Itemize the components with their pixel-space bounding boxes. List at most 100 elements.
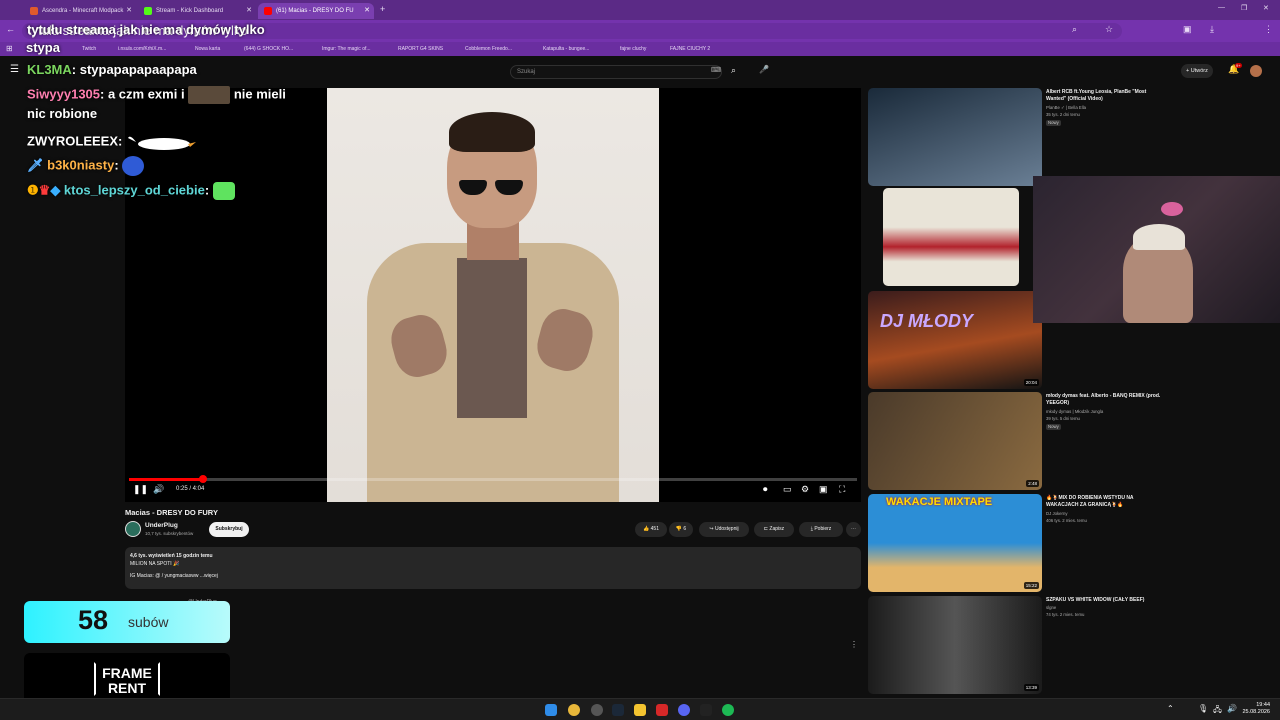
video-frame[interactable] bbox=[327, 88, 659, 502]
bookmark-star-icon[interactable]: ☆ bbox=[1105, 24, 1113, 35]
bookmark-item[interactable]: fajne cluchy bbox=[620, 42, 646, 56]
recommendation-meta: 39 tys. 5 dni temu bbox=[1046, 416, 1080, 421]
volume-tray-icon[interactable]: 🔊 bbox=[1227, 704, 1237, 713]
stream-title-overlay: tytułu streama jak nie ma dymów tylko bbox=[27, 22, 265, 37]
video-progress-bar[interactable] bbox=[129, 475, 857, 483]
maximize-icon[interactable]: ❐ bbox=[1241, 4, 1247, 12]
bookmark-item[interactable]: Cobblemon Freedo... bbox=[465, 42, 512, 56]
file-explorer-icon[interactable] bbox=[634, 704, 646, 716]
new-tab-icon[interactable]: + bbox=[380, 4, 385, 14]
chrome-icon[interactable] bbox=[568, 704, 580, 716]
app-icon[interactable] bbox=[656, 704, 668, 716]
video-player[interactable]: ❚❚ 🔊 0:25 / 4:04 ⏺ ▭ ⚙ ▣ ⛶ bbox=[125, 88, 861, 502]
subtitles-icon[interactable]: ▭ bbox=[783, 484, 792, 495]
tab-favicon-icon bbox=[144, 7, 152, 15]
search-button-icon[interactable]: ⌕ bbox=[731, 65, 736, 76]
download-button[interactable]: ⤓ Pobierz bbox=[799, 522, 843, 537]
bookmark-item[interactable]: Katapulta - bungee... bbox=[543, 42, 589, 56]
app-icon[interactable] bbox=[700, 704, 712, 716]
pause-icon[interactable]: ❚❚ bbox=[133, 484, 148, 495]
bookmark-item[interactable]: Imgur: The magic of... bbox=[322, 42, 371, 56]
spotify-icon[interactable] bbox=[722, 704, 734, 716]
close-window-icon[interactable]: ✕ bbox=[1263, 4, 1269, 12]
sub-count: 58 bbox=[78, 605, 109, 635]
bookmark-item[interactable]: i.nsuls.com/KrhiX.m... bbox=[118, 42, 166, 56]
extensions-icon[interactable]: ▣ bbox=[1183, 24, 1192, 35]
recommendation-meta: 35 tys. 2 dni temu bbox=[1046, 112, 1080, 117]
recommendation-thumbnail[interactable]: 2:48 bbox=[868, 392, 1042, 490]
notification-count-badge: 9+ bbox=[1235, 63, 1242, 68]
recommendation-channel[interactable]: DJ Jokerny bbox=[1046, 511, 1166, 517]
recommendation-thumbnail[interactable]: 13:39 bbox=[868, 596, 1042, 694]
recommendation-channel[interactable]: młody dymas | Młodzik Jungla bbox=[1046, 409, 1166, 415]
bookmark-item[interactable]: RAPORT G4 SKINS bbox=[398, 42, 443, 56]
browser-tab[interactable]: Stream - Kick Dashboard ✕ bbox=[138, 3, 256, 19]
recommendation-title[interactable]: SZPAKU VS WHITE WIDOW (CAŁY BEEF) bbox=[1046, 597, 1166, 604]
clock-date: 25.08.2026 bbox=[1242, 709, 1270, 715]
apps-icon[interactable]: ⊞ bbox=[6, 42, 13, 56]
volume-icon[interactable]: 🔊 bbox=[153, 484, 164, 495]
close-tab-icon[interactable]: ✕ bbox=[126, 3, 132, 19]
tray-chevron-icon[interactable]: ⌃ bbox=[1167, 704, 1174, 713]
subscribe-button[interactable]: Subskrybuj bbox=[209, 522, 249, 537]
create-button[interactable]: + Utwórz bbox=[1181, 64, 1213, 78]
new-badge: Nowy bbox=[1046, 424, 1061, 430]
bookmark-item[interactable]: (644) G SHOCK HO... bbox=[244, 42, 293, 56]
discord-icon[interactable] bbox=[678, 704, 690, 716]
bookmark-item[interactable]: FAJNE CIUCHY 2 bbox=[670, 42, 710, 56]
recommendation-title[interactable]: młody dymas feat. Alberto - BANQ REMIX (… bbox=[1046, 393, 1166, 407]
channel-avatar[interactable] bbox=[125, 521, 141, 537]
chat-emote bbox=[188, 86, 231, 104]
menu-dots-icon[interactable]: ⋮ bbox=[1264, 24, 1273, 35]
dislike-button[interactable]: 👎 6 bbox=[669, 522, 693, 537]
recommendation-channel[interactable]: PlanBe ✓ | Bella Ella bbox=[1046, 105, 1166, 111]
recommendation-channel[interactable]: slgne bbox=[1046, 605, 1166, 611]
video-scrubber-handle[interactable] bbox=[199, 475, 208, 483]
video-description[interactable]: 4,6 tys. wyświetleń 15 godzin temu MILIO… bbox=[125, 547, 861, 589]
close-tab-icon[interactable]: ✕ bbox=[246, 3, 252, 19]
sub-label: subów bbox=[128, 614, 169, 630]
recommendation-title[interactable]: 🔥🍹MIX DO ROBIENIA WSTYDU NA WAKACJACH ZA… bbox=[1046, 495, 1166, 509]
chat-message: 🗡 b3k0niasty: bbox=[27, 156, 145, 176]
browser-tab[interactable]: Ascendra - Minecraft Modpack ✕ bbox=[24, 3, 136, 19]
search-input[interactable]: Szukaj bbox=[510, 65, 722, 79]
settings-gear-icon[interactable]: ⚙ bbox=[801, 484, 809, 495]
minimize-icon[interactable]: — bbox=[1218, 4, 1225, 11]
recommendation-thumbnail[interactable]: WAKACJE MIXTAPE 15:22 bbox=[868, 494, 1042, 592]
share-button[interactable]: ↪ Udostępnij bbox=[699, 522, 749, 537]
chat-emote bbox=[212, 182, 235, 200]
keyboard-icon[interactable]: ⌨ bbox=[711, 66, 721, 74]
network-icon[interactable]: 🖧 bbox=[1213, 704, 1222, 718]
comment-more-icon[interactable]: ⋮ bbox=[850, 640, 858, 649]
microphone-icon[interactable]: 🎤 bbox=[759, 65, 769, 74]
bookmark-item[interactable]: Twitch bbox=[82, 42, 96, 56]
steam-icon[interactable] bbox=[612, 704, 624, 716]
miniplayer-icon[interactable]: ▣ bbox=[819, 484, 828, 495]
bookmark-item[interactable]: Nowa karta bbox=[195, 42, 220, 56]
channel-name[interactable]: UnderPlug bbox=[145, 522, 178, 529]
save-button[interactable]: ⊏ Zapisz bbox=[754, 522, 794, 537]
browser-tab-active[interactable]: (61) Macias - DRESY DO FU ✕ bbox=[258, 3, 374, 19]
microphone-tray-icon[interactable]: 🎙 bbox=[1198, 704, 1208, 713]
avatar[interactable] bbox=[1250, 65, 1262, 77]
system-clock[interactable]: 19:44 25.08.2026 bbox=[1242, 702, 1270, 716]
recommendation-thumbnail[interactable] bbox=[868, 88, 1042, 186]
start-menu-icon[interactable] bbox=[545, 704, 557, 716]
obs-icon[interactable] bbox=[591, 704, 603, 716]
recommendation-thumbnail[interactable]: DJ MŁODY 20:04 bbox=[868, 291, 1042, 389]
hamburger-menu-icon[interactable]: ☰ bbox=[10, 64, 19, 75]
description-text: IG Macias: @ / yungmaciasww ...więcej bbox=[130, 573, 218, 579]
chat-text: nie mieli bbox=[233, 86, 286, 102]
video-progress-fill bbox=[129, 478, 204, 481]
recommendation-title[interactable]: Albert RCB ft.Young Leosia, PlanBe "Most… bbox=[1046, 89, 1166, 103]
close-tab-icon[interactable]: ✕ bbox=[364, 3, 370, 19]
more-actions-button[interactable]: ⋯ bbox=[846, 522, 861, 537]
autoplay-toggle-icon[interactable]: ⏺ bbox=[763, 484, 768, 495]
recommendation-thumbnail[interactable] bbox=[883, 188, 1019, 286]
search-icon[interactable]: ⌕ bbox=[1072, 24, 1077, 35]
like-button[interactable]: 👍 451 bbox=[635, 522, 667, 537]
back-icon[interactable]: ← bbox=[6, 24, 15, 34]
download-icon[interactable]: ⤓ bbox=[1210, 24, 1214, 35]
fullscreen-icon[interactable]: ⛶ bbox=[839, 484, 845, 495]
badge-icon: ❶ bbox=[27, 182, 39, 198]
